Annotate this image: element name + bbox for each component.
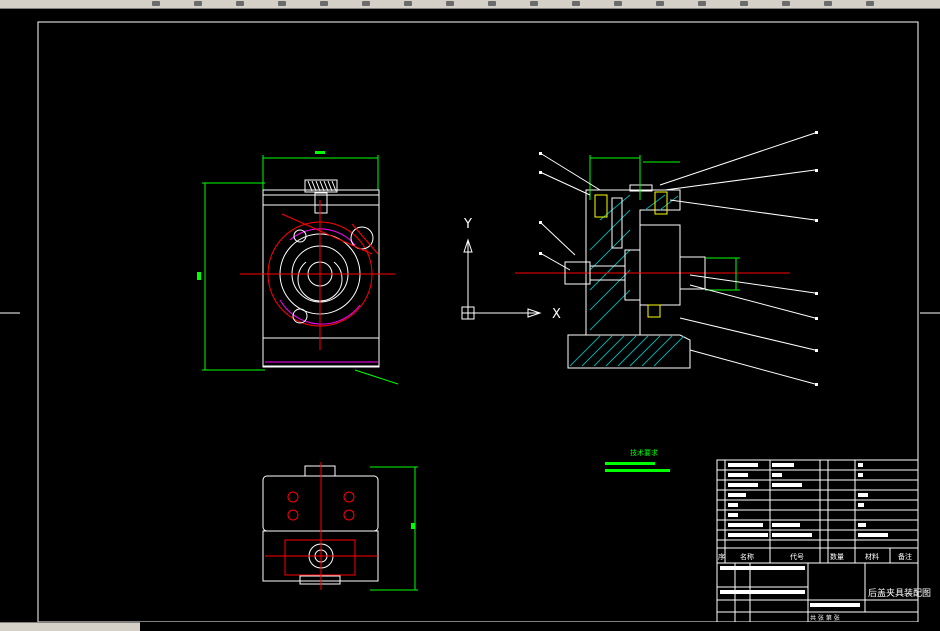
sheet-label: 共 张 第 张 (810, 614, 840, 622)
callout-leaders (539, 132, 816, 385)
print-icon[interactable] (276, 0, 288, 7)
help-icon[interactable] (864, 0, 876, 7)
ucs-icon (461, 238, 542, 320)
pan-icon[interactable] (528, 0, 540, 7)
design-center-icon[interactable] (738, 0, 750, 7)
zoom-window-icon[interactable] (612, 0, 624, 7)
zoom-icon[interactable] (570, 0, 582, 7)
drawing-name: 后盖夹具装配图 (868, 587, 931, 599)
cut-icon[interactable] (318, 0, 330, 7)
front-view (197, 151, 399, 385)
tech-req-line-1 (605, 462, 655, 465)
tool-palette-icon[interactable] (780, 0, 792, 7)
paste-icon[interactable] (402, 0, 414, 7)
copy-icon[interactable] (360, 0, 372, 7)
drawing-canvas[interactable]: Y X 技术要求 序 名称 代号 数量 材料 备注 后盖夹具装配图 共 张 第 … (0, 9, 940, 622)
tech-req-label: 技术要求 (630, 448, 658, 457)
section-view (515, 155, 790, 369)
parts-list-text-blocks (720, 463, 888, 607)
ucs-x-label: X (552, 307, 561, 322)
new-icon[interactable] (150, 0, 162, 7)
col-remark: 备注 (898, 552, 912, 561)
col-code: 代号 (790, 552, 804, 561)
properties-icon[interactable] (696, 0, 708, 7)
drawing-svg: Y X 技术要求 序 名称 代号 数量 材料 备注 后盖夹具装配图 共 张 第 … (0, 21, 940, 622)
redo-icon[interactable] (486, 0, 498, 7)
layer-icon[interactable] (822, 0, 834, 7)
ucs-y-label: Y (463, 217, 472, 232)
callout-dots (539, 131, 818, 386)
open-icon[interactable] (192, 0, 204, 7)
top-view (262, 462, 418, 591)
undo-icon[interactable] (444, 0, 456, 7)
col-seq: 序 (718, 552, 725, 561)
col-name: 名称 (740, 552, 754, 561)
col-qty: 数量 (830, 552, 844, 561)
col-material: 材料 (865, 552, 879, 561)
sheet-border (0, 21, 940, 622)
save-icon[interactable] (234, 0, 246, 7)
zoom-previous-icon[interactable] (654, 0, 666, 7)
standard-toolbar (0, 0, 940, 9)
tech-req-line-2 (605, 469, 670, 472)
